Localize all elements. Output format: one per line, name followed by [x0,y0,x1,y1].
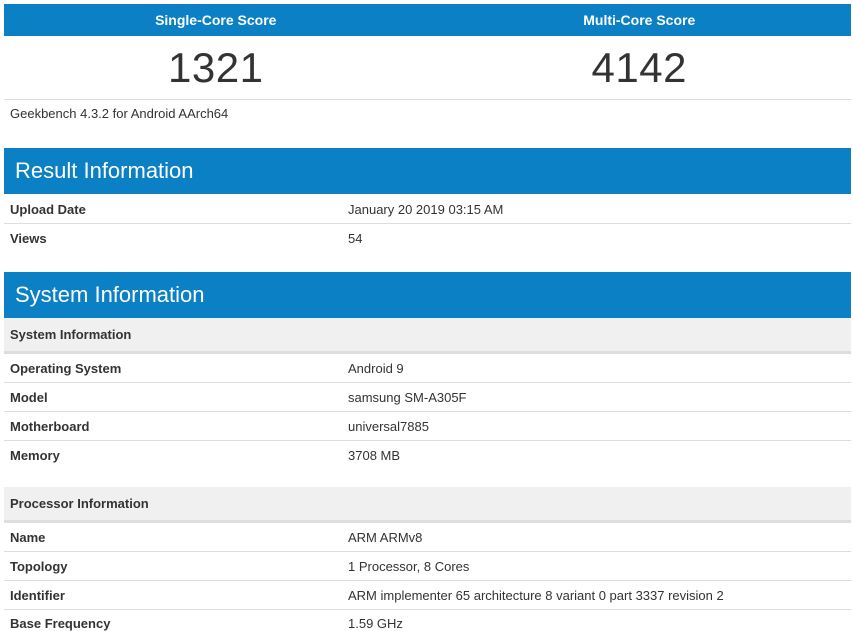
table-row: Motherboard universal7885 [4,412,851,441]
table-row: Model samsung SM-A305F [4,383,851,412]
score-header-bar: Single-Core Score Multi-Core Score [4,4,851,36]
row-value: ARM implementer 65 architecture 8 varian… [348,587,724,603]
system-information-header: System Information [4,272,851,318]
table-row: Operating System Android 9 [4,354,851,383]
row-value: 1.59 GHz [348,616,403,631]
row-label: Base Frequency [10,616,111,631]
row-label: Identifier [10,587,65,603]
row-value: 54 [348,231,363,246]
multi-core-score-value: 4142 [591,43,687,91]
row-value: 3708 MB [348,448,401,463]
table-row: Base Frequency 1.59 GHz [4,609,851,631]
table-row: Identifier ARM implementer 65 architectu… [4,581,851,610]
row-value: samsung SM-A305F [348,389,467,405]
single-core-score-label: Single-Core Score [155,12,277,28]
row-value: January 20 2019 03:15 AM [348,201,504,217]
result-information-header: Result Information [4,148,851,194]
table-row: Memory 3708 MB [4,441,851,470]
row-label: Name [10,529,46,545]
table-row: Topology 1 Processor, 8 Cores [4,552,851,581]
multi-core-score-label: Multi-Core Score [583,12,696,28]
row-label: Memory [10,448,60,463]
row-value: universal7885 [348,418,429,434]
row-label: Upload Date [10,201,86,217]
row-label: Motherboard [10,418,90,434]
row-label: Model [10,389,48,405]
table-row: Views 54 [4,224,851,253]
score-values: 1321 4142 [4,36,851,100]
row-label: Topology [10,558,68,574]
row-label: Views [10,231,47,246]
processor-information-subheader: Processor Information [4,487,851,523]
row-value: 1 Processor, 8 Cores [348,558,470,574]
row-label: Operating System [10,360,122,376]
single-core-score-value: 1321 [168,43,264,91]
geekbench-result-page: Single-Core Score Multi-Core Score 1321 … [0,0,853,631]
benchmark-version: Geekbench 4.3.2 for Android AArch64 [10,106,229,121]
table-row: Name ARM ARMv8 [4,523,851,552]
row-value: ARM ARMv8 [348,529,423,545]
row-value: Android 9 [348,360,404,376]
table-row: Upload Date January 20 2019 03:15 AM [4,195,851,224]
system-information-subheader: System Information [4,318,851,354]
